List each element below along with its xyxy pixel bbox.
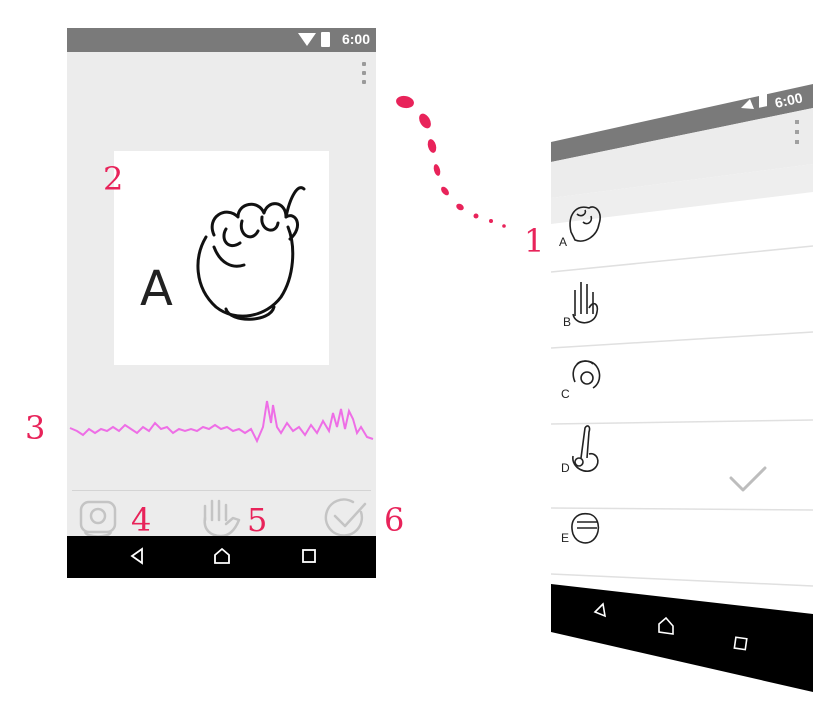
hand-icon[interactable] (199, 496, 243, 540)
callout-2: 2 (103, 160, 124, 198)
fist-hand-icon (196, 186, 306, 321)
sign-letter: A (140, 261, 173, 317)
callout-3: 3 (25, 409, 46, 447)
list-screen: 6:00 A B C D E (551, 84, 813, 692)
list-item-letter: E (561, 531, 569, 545)
detail-screen: 6:00 A (67, 28, 376, 578)
list-item-letter: B (563, 315, 571, 329)
navigation-bar (67, 536, 376, 578)
list-item-letter: A (559, 235, 567, 249)
connector-dotted-line (396, 95, 506, 228)
wifi-icon (298, 33, 316, 46)
home-icon[interactable] (213, 547, 231, 565)
list-item-letter: C (561, 387, 570, 401)
divider (72, 490, 371, 491)
back-icon[interactable] (129, 547, 145, 565)
status-bar: 6:00 (67, 28, 376, 52)
camera-icon[interactable] (77, 496, 119, 540)
callout-1: 1 (524, 222, 545, 260)
recents-icon[interactable] (301, 547, 317, 565)
callout-5: 5 (247, 501, 268, 539)
callout-6: 6 (384, 501, 405, 539)
list-overflow-menu-icon[interactable] (795, 120, 799, 144)
callout-4: 4 (131, 501, 152, 539)
status-time: 6:00 (341, 31, 370, 47)
battery-icon (321, 32, 330, 47)
sign-image: A (114, 151, 329, 365)
list-item-letter: D (561, 461, 570, 475)
signal-waveform (69, 400, 374, 444)
overflow-menu-icon[interactable] (361, 62, 367, 88)
